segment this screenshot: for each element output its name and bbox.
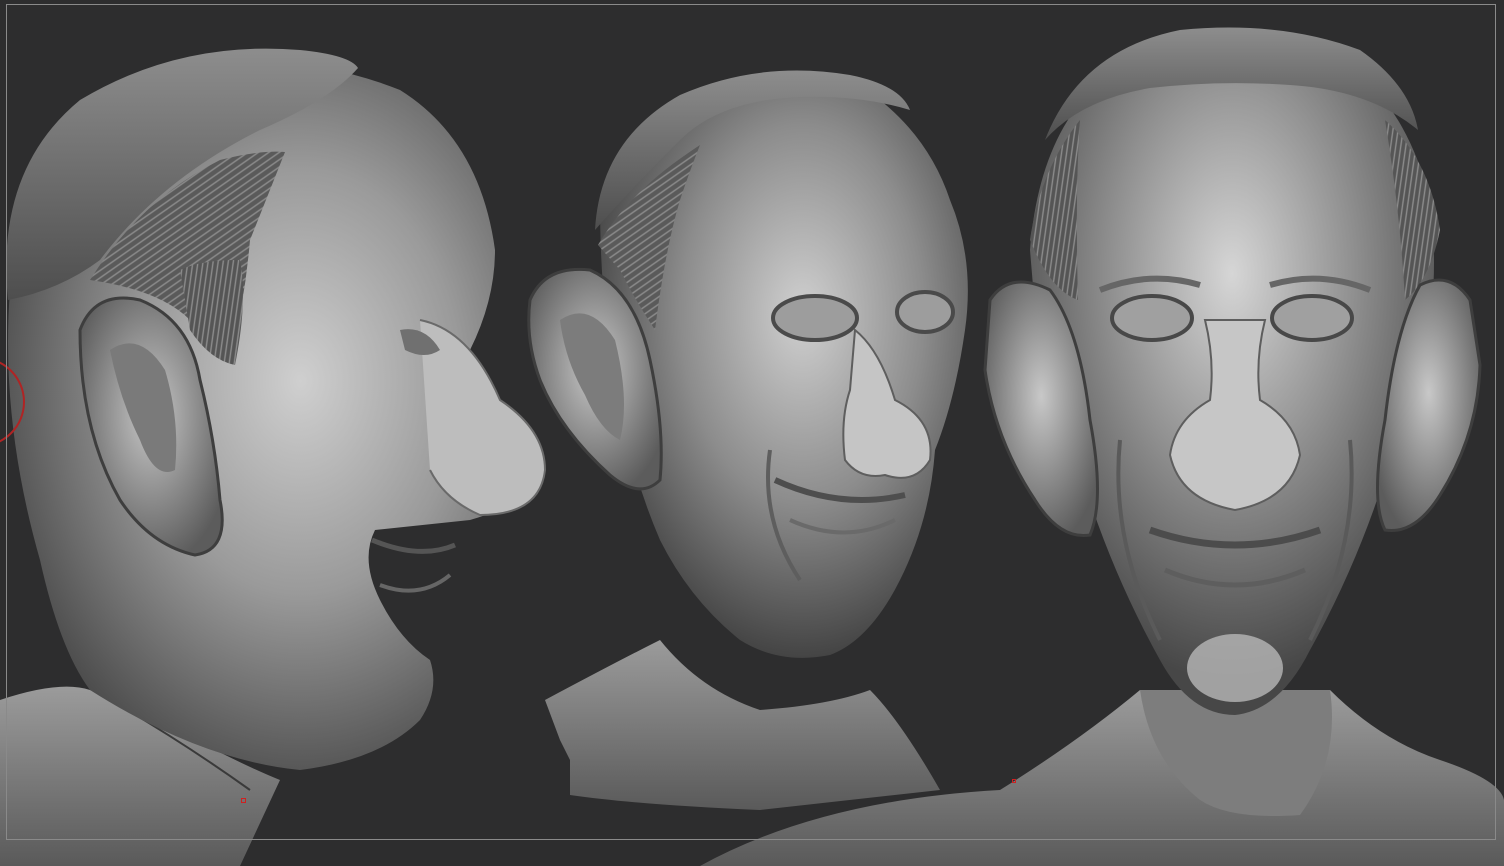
- sculpt-viewport[interactable]: [0, 0, 1504, 866]
- head-side-view[interactable]: [0, 48, 547, 866]
- transpose-point-left[interactable]: [241, 798, 246, 803]
- head-three-quarter-view[interactable]: [527, 70, 968, 811]
- transpose-point-right[interactable]: [1012, 779, 1016, 783]
- sculpt-render-canvas[interactable]: [0, 0, 1504, 866]
